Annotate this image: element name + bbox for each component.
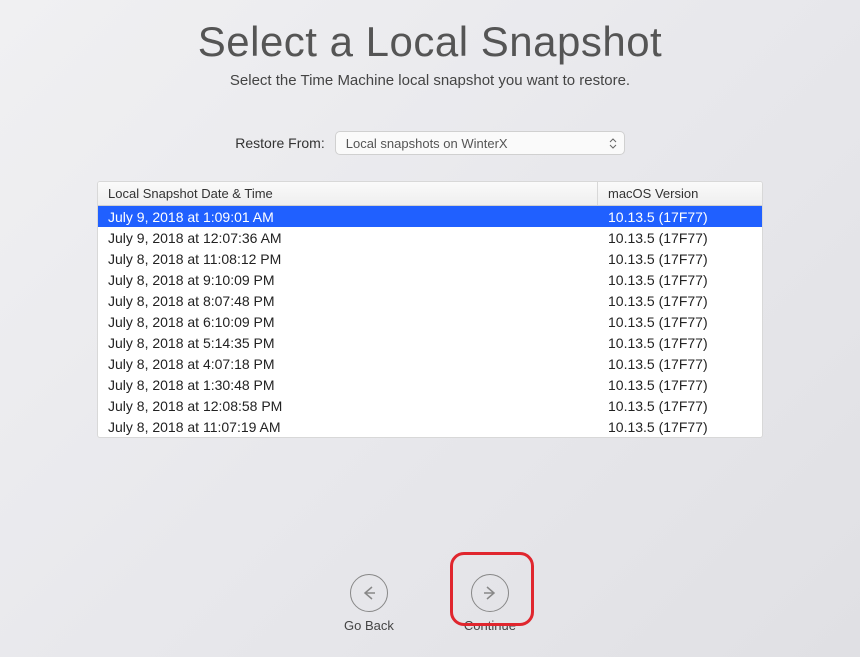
- restore-from-label: Restore From:: [235, 135, 324, 151]
- restore-from-value: Local snapshots on WinterX: [346, 136, 508, 151]
- column-header-version[interactable]: macOS Version: [598, 182, 762, 205]
- table-row[interactable]: July 8, 2018 at 11:08:12 PM10.13.5 (17F7…: [98, 248, 762, 269]
- cell-date: July 9, 2018 at 1:09:01 AM: [98, 209, 598, 225]
- table-row[interactable]: July 8, 2018 at 5:14:35 PM10.13.5 (17F77…: [98, 332, 762, 353]
- cell-date: July 8, 2018 at 8:07:48 PM: [98, 293, 598, 309]
- cell-date: July 8, 2018 at 6:10:09 PM: [98, 314, 598, 330]
- bottom-nav: Go Back Continue: [0, 574, 860, 633]
- table-row[interactable]: July 8, 2018 at 11:07:19 AM10.13.5 (17F7…: [98, 416, 762, 437]
- cell-version: 10.13.5 (17F77): [598, 251, 762, 267]
- page-title: Select a Local Snapshot: [0, 18, 860, 66]
- continue-button[interactable]: Continue: [464, 574, 516, 633]
- cell-date: July 8, 2018 at 1:30:48 PM: [98, 377, 598, 393]
- table-row[interactable]: July 8, 2018 at 6:10:09 PM10.13.5 (17F77…: [98, 311, 762, 332]
- table-row[interactable]: July 9, 2018 at 12:07:36 AM10.13.5 (17F7…: [98, 227, 762, 248]
- cell-date: July 8, 2018 at 11:08:12 PM: [98, 251, 598, 267]
- go-back-button[interactable]: Go Back: [344, 574, 394, 633]
- snapshot-table: Local Snapshot Date & Time macOS Version…: [97, 181, 763, 438]
- updown-arrows-icon: [608, 136, 618, 150]
- table-row[interactable]: July 9, 2018 at 1:09:01 AM10.13.5 (17F77…: [98, 206, 762, 227]
- cell-date: July 8, 2018 at 4:07:18 PM: [98, 356, 598, 372]
- table-header: Local Snapshot Date & Time macOS Version: [98, 182, 762, 206]
- restore-from-row: Restore From: Local snapshots on WinterX: [0, 131, 860, 155]
- cell-version: 10.13.5 (17F77): [598, 419, 762, 435]
- cell-version: 10.13.5 (17F77): [598, 335, 762, 351]
- cell-version: 10.13.5 (17F77): [598, 356, 762, 372]
- cell-version: 10.13.5 (17F77): [598, 314, 762, 330]
- cell-version: 10.13.5 (17F77): [598, 230, 762, 246]
- continue-label: Continue: [464, 618, 516, 633]
- go-back-label: Go Back: [344, 618, 394, 633]
- cell-date: July 8, 2018 at 12:08:58 PM: [98, 398, 598, 414]
- arrow-left-icon: [350, 574, 388, 612]
- cell-date: July 8, 2018 at 9:10:09 PM: [98, 272, 598, 288]
- table-row[interactable]: July 8, 2018 at 9:10:09 PM10.13.5 (17F77…: [98, 269, 762, 290]
- restore-from-select[interactable]: Local snapshots on WinterX: [335, 131, 625, 155]
- cell-version: 10.13.5 (17F77): [598, 209, 762, 225]
- table-body: July 9, 2018 at 1:09:01 AM10.13.5 (17F77…: [98, 206, 762, 437]
- cell-version: 10.13.5 (17F77): [598, 293, 762, 309]
- cell-version: 10.13.5 (17F77): [598, 377, 762, 393]
- table-row[interactable]: July 8, 2018 at 1:30:48 PM10.13.5 (17F77…: [98, 374, 762, 395]
- cell-version: 10.13.5 (17F77): [598, 272, 762, 288]
- cell-date: July 8, 2018 at 11:07:19 AM: [98, 419, 598, 435]
- cell-version: 10.13.5 (17F77): [598, 398, 762, 414]
- page-subtitle: Select the Time Machine local snapshot y…: [0, 72, 860, 89]
- cell-date: July 8, 2018 at 5:14:35 PM: [98, 335, 598, 351]
- column-header-date[interactable]: Local Snapshot Date & Time: [98, 182, 598, 205]
- cell-date: July 9, 2018 at 12:07:36 AM: [98, 230, 598, 246]
- table-row[interactable]: July 8, 2018 at 8:07:48 PM10.13.5 (17F77…: [98, 290, 762, 311]
- table-row[interactable]: July 8, 2018 at 12:08:58 PM10.13.5 (17F7…: [98, 395, 762, 416]
- table-row[interactable]: July 8, 2018 at 4:07:18 PM10.13.5 (17F77…: [98, 353, 762, 374]
- arrow-right-icon: [471, 574, 509, 612]
